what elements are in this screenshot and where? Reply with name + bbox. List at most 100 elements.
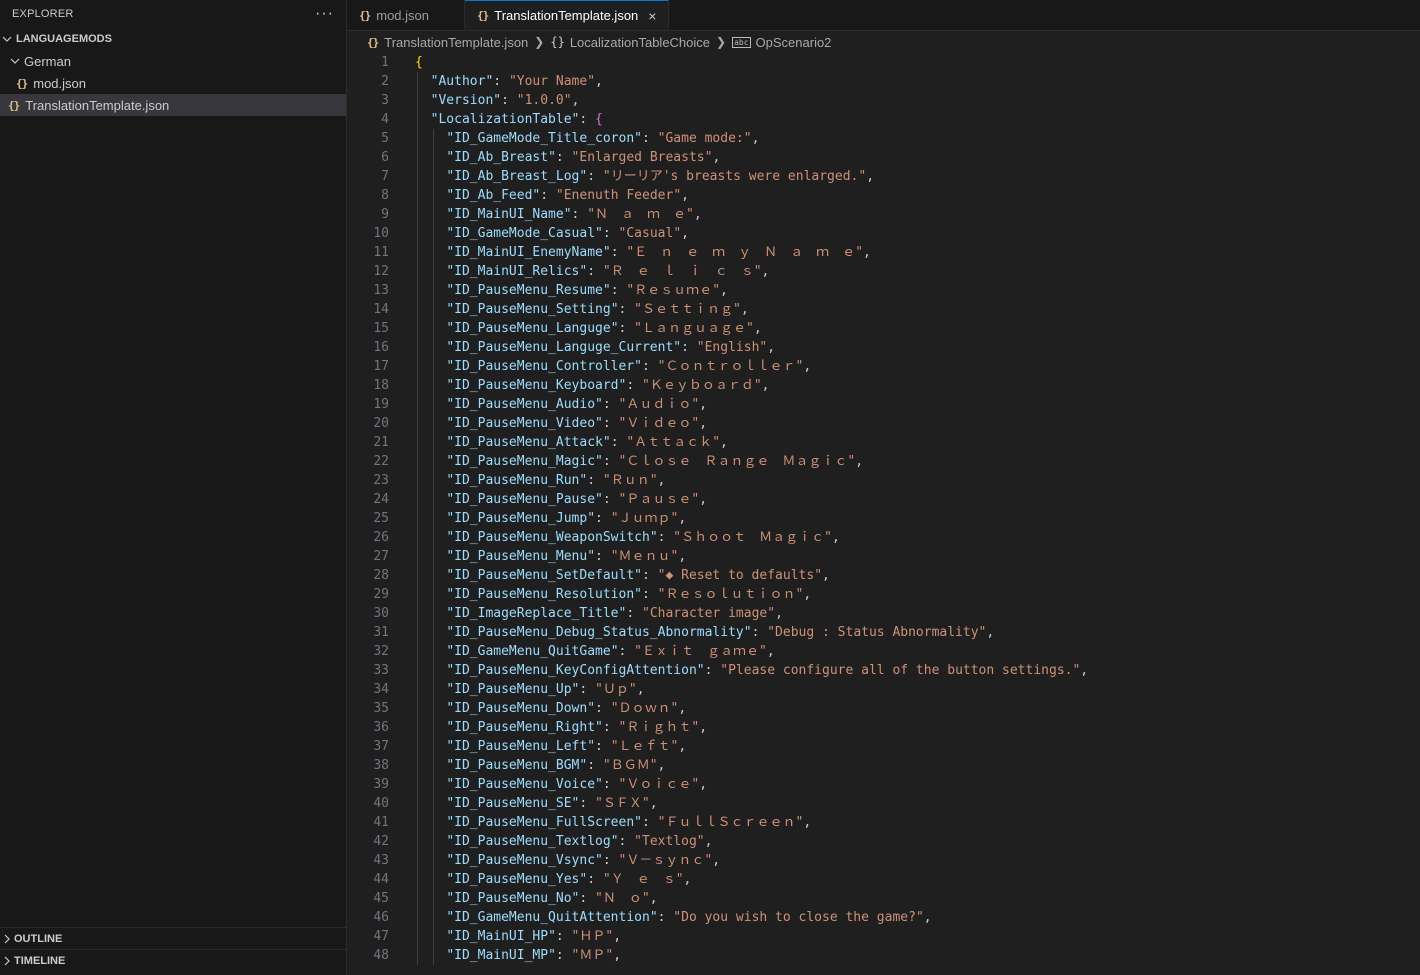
chevron-down-icon xyxy=(10,56,20,66)
editor-tab-bar: {} mod.json {} TranslationTemplate.json … xyxy=(347,0,1420,31)
workspace-root[interactable]: LANGUAGEMODS xyxy=(0,28,346,50)
quote-mark: " xyxy=(446,283,455,298)
quote-mark: " xyxy=(595,454,603,469)
quote-mark: " xyxy=(649,530,658,545)
file-item[interactable]: {} mod.json xyxy=(0,72,346,94)
chevron-right-icon: ❯ xyxy=(716,35,727,49)
close-icon[interactable]: × xyxy=(648,8,656,24)
more-actions-icon[interactable]: ··· xyxy=(315,5,334,23)
comma: , xyxy=(613,929,622,944)
json-string-value: Textlog xyxy=(642,834,697,849)
json-key: ID_PauseMenu_Up xyxy=(454,682,572,697)
comma: , xyxy=(699,720,708,735)
quote-mark: " xyxy=(634,131,642,146)
code-content: "ID_GameMode_Title_coron": "Game mode:", xyxy=(389,129,759,148)
chevron-right-icon xyxy=(2,934,12,944)
quote-mark: " xyxy=(673,530,682,545)
json-key: ID_PauseMenu_Attack xyxy=(454,435,603,450)
quote-mark: " xyxy=(673,910,682,925)
code-editor[interactable]: 1{2 "Author": "Your Name", 3 "Version": "… xyxy=(347,53,1420,975)
json-string-value: Your Name xyxy=(516,74,588,89)
breadcrumb-file[interactable]: {} TranslationTemplate.json xyxy=(367,35,528,50)
outline-panel-header[interactable]: OUTLINE xyxy=(0,927,346,950)
quote-mark: " xyxy=(548,929,556,944)
quote-mark: " xyxy=(446,682,455,697)
quote-mark: " xyxy=(649,758,658,773)
code-content: "ID_PauseMenu_Magic": "Ｃｌｏｓｅ Ｒａｎｇｅ Ｍａｇｉｃ… xyxy=(389,452,863,471)
quote-mark: " xyxy=(759,644,767,659)
colon: : xyxy=(595,739,611,754)
comma: , xyxy=(775,606,783,621)
json-string-value: Ｅ ｎ ｅ ｍ ｙ Ｎ ａ ｍ ｅ xyxy=(634,245,856,260)
json-key: ID_Ab_Breast_Log xyxy=(454,169,580,184)
colon: : xyxy=(602,397,619,412)
json-key: ID_PauseMenu_Vsync xyxy=(454,853,596,868)
quote-mark: " xyxy=(563,207,572,222)
comma: , xyxy=(866,169,875,184)
quote-mark: " xyxy=(446,568,455,583)
json-key: ID_MainUI_Name xyxy=(454,207,564,222)
code-content: { xyxy=(389,53,423,72)
quote-mark: " xyxy=(626,245,635,260)
line-number: 35 xyxy=(373,701,389,716)
quote-mark: " xyxy=(696,834,705,849)
colon: : xyxy=(602,416,619,431)
colon: : xyxy=(751,625,768,640)
breadcrumb-property[interactable]: abc OpScenario2 xyxy=(732,35,831,50)
colon: : xyxy=(618,321,635,336)
quote-mark: " xyxy=(446,948,455,963)
json-string-value: ◆ Reset to defaults xyxy=(665,568,815,583)
quote-mark: " xyxy=(446,929,455,944)
colon: : xyxy=(579,796,596,811)
quote-mark: " xyxy=(626,435,635,450)
breadcrumb-file-label: TranslationTemplate.json xyxy=(384,34,529,50)
code-line: 31 "ID_PauseMenu_Debug_Status_Abnormalit… xyxy=(347,623,1420,642)
tab-mod-json[interactable]: {} mod.json xyxy=(347,0,465,30)
quote-mark: " xyxy=(610,644,619,659)
code-content: "ID_GameMode_Casual": "Casual", xyxy=(389,224,689,243)
json-key: ID_PauseMenu_Video xyxy=(454,416,596,431)
comma: , xyxy=(1080,663,1089,678)
quote-mark: " xyxy=(743,131,752,146)
json-key: ID_GameMode_Title_coron xyxy=(454,131,635,146)
code-content: "ID_PauseMenu_Keyboard": "Ｋｅｙｂｏａｒｄ", xyxy=(389,376,769,395)
quote-mark: " xyxy=(587,739,596,754)
comma: , xyxy=(720,435,728,450)
tab-translation-template-json[interactable]: {} TranslationTemplate.json × xyxy=(465,0,670,30)
json-string-value: Ｄｏｗｎ xyxy=(618,701,671,716)
line-number: 36 xyxy=(373,720,389,735)
json-string-value: Ｒ ｅ ｌ ｉ ｃ ｓ xyxy=(610,264,754,279)
json-key: Author xyxy=(438,74,486,89)
code-line: 40 "ID_PauseMenu_SE": "ＳＦＸ", xyxy=(347,794,1420,813)
quote-mark: " xyxy=(595,226,603,241)
comma: , xyxy=(803,815,812,830)
line-number: 23 xyxy=(373,473,389,488)
timeline-panel-header[interactable]: TIMELINE xyxy=(0,949,346,972)
json-key: ID_PauseMenu_Magic xyxy=(454,454,596,469)
folder-item[interactable]: German xyxy=(0,50,346,72)
code-line: 11 "ID_MainUI_EnemyName": "Ｅ ｎ ｅ ｍ ｙ Ｎ ａ… xyxy=(347,243,1420,262)
code-content: "ID_Ab_Breast": "Enlarged Breasts", xyxy=(389,148,720,167)
comma: , xyxy=(803,587,812,602)
json-key: ID_PauseMenu_Keyboard xyxy=(454,378,619,393)
colon: : xyxy=(618,302,635,317)
colon: : xyxy=(657,530,674,545)
code-content: "ID_PauseMenu_Jump": "Ｊｕｍｐ", xyxy=(389,509,686,528)
tab-label: mod.json xyxy=(376,7,429,23)
line-number: 41 xyxy=(373,815,389,830)
breadcrumb-object[interactable]: {} LocalizationTableChoice xyxy=(550,35,710,50)
json-string-value: Ｊｕｍｐ xyxy=(618,511,671,526)
quote-mark: " xyxy=(602,245,611,260)
code-line: 20 "ID_PauseMenu_Video": "Ｖｉｄｅｏ", xyxy=(347,414,1420,433)
quote-mark: " xyxy=(673,226,682,241)
quote-mark: " xyxy=(602,169,611,184)
line-number: 21 xyxy=(373,435,389,450)
comma: , xyxy=(855,454,864,469)
line-number: 40 xyxy=(373,796,389,811)
code-content: "ID_PauseMenu_SetDefault": "◆ Reset to d… xyxy=(389,566,830,585)
json-key: ID_PauseMenu_SetDefault xyxy=(454,568,635,583)
line-number: 16 xyxy=(373,340,389,355)
comma: , xyxy=(761,264,770,279)
colon: : xyxy=(657,910,674,925)
file-item[interactable]: {} TranslationTemplate.json xyxy=(0,94,346,116)
